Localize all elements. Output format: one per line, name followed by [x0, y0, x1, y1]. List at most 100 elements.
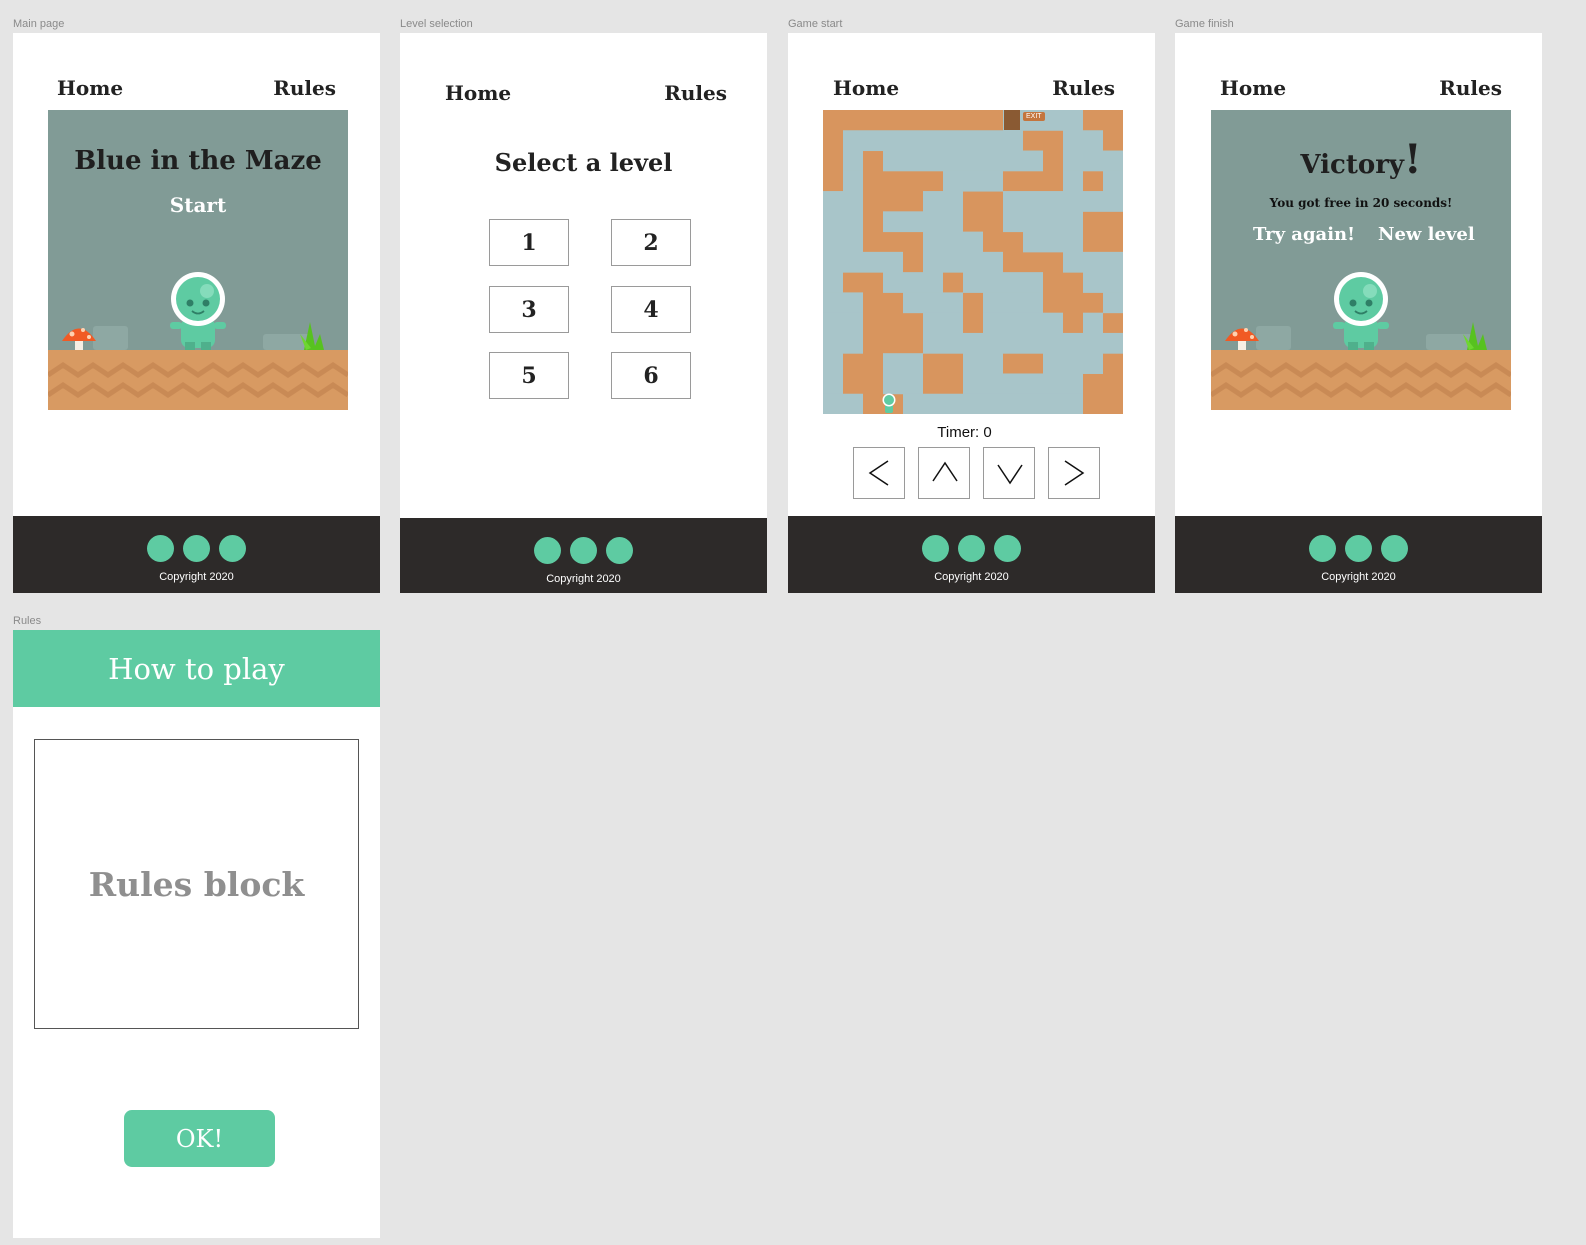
- maze-path-cell: [1063, 170, 1083, 192]
- level-6-button[interactable]: 6: [611, 352, 691, 399]
- maze-path-cell: [983, 170, 1003, 192]
- level-1-button[interactable]: 1: [489, 219, 569, 266]
- maze-path-cell: [823, 272, 843, 293]
- game-finish-frame: Home Rules Victory! You got free in 20 s…: [1175, 33, 1542, 593]
- maze-path-cell: [923, 251, 943, 273]
- social-icon-3[interactable]: [219, 535, 246, 562]
- maze-path-cell: [1043, 231, 1063, 253]
- maze-path-cell: [1043, 110, 1063, 131]
- level-4-button[interactable]: 4: [611, 286, 691, 333]
- maze-path-cell: [1043, 332, 1063, 354]
- exit-sign: EXIT: [1023, 112, 1045, 121]
- social-icon-1[interactable]: [922, 535, 949, 562]
- social-icon-1[interactable]: [147, 535, 174, 562]
- maze-path-cell: [1043, 312, 1063, 334]
- social-icon-2[interactable]: [1345, 535, 1372, 562]
- frame-label-finish: Game finish: [1175, 18, 1234, 30]
- maze-path-cell: [1103, 150, 1123, 172]
- alien-character-icon: [1333, 272, 1389, 351]
- maze-path-cell: [1063, 353, 1083, 374]
- maze-path-cell: [1063, 373, 1083, 395]
- move-down-button[interactable]: [983, 447, 1035, 499]
- maze-path-cell: [843, 312, 863, 334]
- maze-path-cell: [923, 150, 943, 172]
- social-icon-3[interactable]: [606, 537, 633, 564]
- up-arrow-icon: [932, 461, 958, 482]
- maze-path-cell: [963, 373, 983, 395]
- move-right-button[interactable]: [1048, 447, 1100, 499]
- maze-path-cell: [823, 373, 843, 395]
- maze-path-cell: [1003, 150, 1023, 172]
- nav-rules-link[interactable]: Rules: [1439, 76, 1502, 100]
- level-2-button[interactable]: 2: [611, 219, 691, 266]
- maze-path-cell: [883, 130, 903, 152]
- nav-rules-link[interactable]: Rules: [664, 81, 727, 105]
- copyright-text: Copyright 2020: [934, 571, 1009, 583]
- social-icon-2[interactable]: [958, 535, 985, 562]
- maze-path-cell: [1023, 191, 1043, 212]
- maze-path-cell: [843, 393, 863, 414]
- maze-path-cell: [843, 150, 863, 172]
- nav-home-link[interactable]: Home: [445, 81, 511, 105]
- level-3-button[interactable]: 3: [489, 286, 569, 333]
- maze-path-cell: [1023, 272, 1043, 293]
- social-icon-2[interactable]: [570, 537, 597, 564]
- maze-path-cell: [1083, 191, 1103, 212]
- maze-path-cell: [883, 272, 903, 293]
- nav-home-link[interactable]: Home: [833, 76, 899, 100]
- maze-path-cell: [963, 170, 983, 192]
- maze-path-cell: [843, 211, 863, 233]
- nav-rules-link[interactable]: Rules: [273, 76, 336, 100]
- maze-path-cell: [1043, 373, 1063, 395]
- footer: Copyright 2020: [13, 516, 380, 593]
- maze-path-cell: [823, 251, 843, 273]
- exit-door: [1004, 110, 1020, 130]
- left-arrow-icon: [868, 460, 889, 486]
- maze-path-cell: [1043, 353, 1063, 374]
- maze-path-cell: [923, 332, 943, 354]
- maze-path-cell: [903, 211, 923, 233]
- level-5-button[interactable]: 5: [489, 352, 569, 399]
- maze-path-cell: [943, 332, 963, 354]
- nav-home-link[interactable]: Home: [57, 76, 123, 100]
- maze-path-cell: [983, 373, 1003, 395]
- maze-path-cell: [923, 231, 943, 253]
- maze-path-cell: [903, 393, 923, 414]
- footer: Copyright 2020: [400, 518, 767, 593]
- maze-path-cell: [1003, 211, 1023, 233]
- maze-path-cell: [823, 292, 843, 314]
- rules-frame: How to play Rules block OK!: [13, 630, 380, 1238]
- ground-terrain: [1211, 350, 1511, 410]
- maze-path-cell: [903, 373, 923, 395]
- social-icon-3[interactable]: [1381, 535, 1408, 562]
- social-icon-3[interactable]: [994, 535, 1021, 562]
- maze-path-cell: [963, 272, 983, 293]
- maze-path-cell: [963, 251, 983, 273]
- maze-path-cell: [903, 292, 923, 314]
- hero-scene: Blue in the Maze Start: [48, 110, 348, 410]
- maze-path-cell: [983, 251, 1003, 273]
- select-level-title: Select a level: [494, 148, 673, 177]
- move-up-button[interactable]: [918, 447, 970, 499]
- move-left-button[interactable]: [853, 447, 905, 499]
- social-icon-2[interactable]: [183, 535, 210, 562]
- copyright-text: Copyright 2020: [159, 571, 234, 583]
- maze-path-cell: [823, 353, 843, 374]
- maze-path-cell: [983, 353, 1003, 374]
- nav-rules-link[interactable]: Rules: [1052, 76, 1115, 100]
- maze-path-cell: [863, 251, 883, 273]
- maze-path-cell: [843, 170, 863, 192]
- ok-button[interactable]: OK!: [124, 1110, 275, 1167]
- maze-path-cell: [1103, 272, 1123, 293]
- maze-path-cell: [823, 211, 843, 233]
- social-icon-1[interactable]: [1309, 535, 1336, 562]
- maze-path-cell: [823, 312, 843, 334]
- nav-home-link[interactable]: Home: [1220, 76, 1286, 100]
- maze-path-cell: [883, 373, 903, 395]
- maze-path-cell: [1083, 150, 1103, 172]
- maze-path-cell: [943, 130, 963, 152]
- social-icon-1[interactable]: [534, 537, 561, 564]
- maze-path-cell: [823, 332, 843, 354]
- frame-label-game: Game start: [788, 18, 843, 30]
- maze-path-cell: [1003, 312, 1023, 334]
